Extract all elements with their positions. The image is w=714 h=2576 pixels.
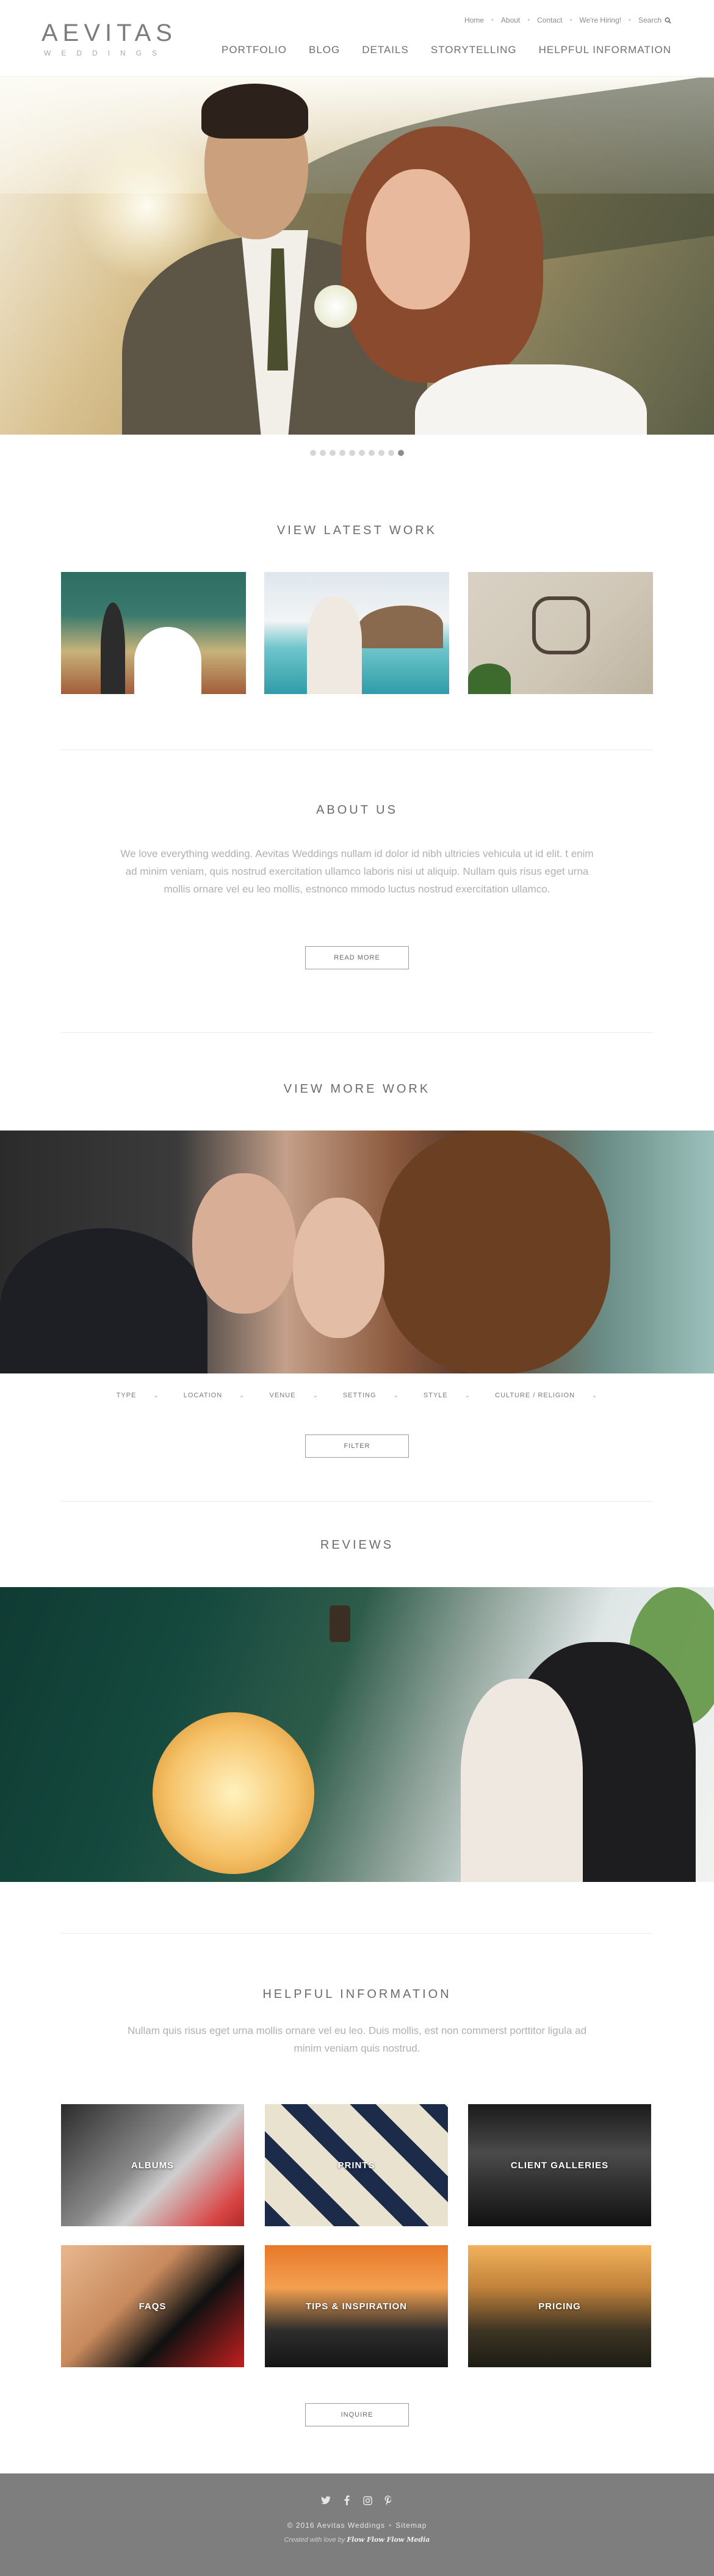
slider-dot[interactable]: [388, 450, 394, 456]
main-nav: PORTFOLIO BLOG DETAILS STORYTELLING HELP…: [222, 44, 671, 56]
nav-item-portfolio[interactable]: PORTFOLIO: [222, 44, 287, 56]
slider-dot[interactable]: [320, 450, 326, 456]
reviews-title: REVIEWS: [320, 1538, 394, 1552]
credit-prefix: Created with love by: [284, 2536, 345, 2544]
twitter-icon[interactable]: [321, 2495, 331, 2505]
chevron-down-icon: ⌄: [239, 1392, 245, 1399]
nav-item-helpful-information[interactable]: HELPFUL INFORMATION: [539, 44, 671, 56]
tile-label: TIPS & INSPIRATION: [305, 2301, 408, 2312]
slider-dot[interactable]: [330, 450, 336, 456]
footer-separator: •: [389, 2521, 392, 2530]
slider-dot[interactable]: [359, 450, 365, 456]
search-label: Search: [638, 16, 662, 24]
about-title: ABOUT US: [316, 803, 398, 817]
reviews-image[interactable]: [0, 1587, 714, 1882]
slider-dot[interactable]: [310, 450, 316, 456]
util-separator: •: [569, 16, 572, 24]
filter-culture-religion[interactable]: CULTURE / RELIGION ⌄: [495, 1392, 597, 1399]
latest-work-thumb[interactable]: [61, 572, 246, 694]
site-logo[interactable]: AEVITAS WEDDINGS: [41, 21, 182, 57]
util-link-home[interactable]: Home: [464, 16, 484, 24]
instagram-icon[interactable]: [362, 2495, 372, 2505]
credit-name[interactable]: Flow Flow Flow Media: [347, 2536, 430, 2544]
more-work-title: VIEW MORE WORK: [283, 1082, 431, 1096]
chevron-down-icon: ⌄: [393, 1392, 399, 1399]
util-link-contact[interactable]: Contact: [537, 16, 562, 24]
util-link-about[interactable]: About: [501, 16, 520, 24]
utility-nav: Home • About • Contact • We're Hiring! •…: [464, 16, 671, 24]
search-icon: [665, 17, 671, 24]
logo-tagline: WEDDINGS: [44, 49, 167, 57]
copyright-text: © 2016 Aevitas Weddings: [287, 2521, 386, 2530]
slider-dot[interactable]: [398, 450, 404, 456]
latest-work-thumb[interactable]: [468, 572, 653, 694]
filter-bar: TYPE ⌄ LOCATION ⌄ VENUE ⌄ SETTING ⌄ STYLE ⌄ C…: [0, 1392, 714, 1399]
social-links: [0, 2495, 714, 2505]
filter-venue[interactable]: VENUE ⌄: [270, 1392, 319, 1399]
copyright-line: © 2016 Aevitas Weddings • Sitemap: [0, 2521, 714, 2530]
tile-label: FAQS: [139, 2301, 167, 2312]
tile-albums[interactable]: ALBUMS: [61, 2104, 244, 2226]
util-separator: •: [491, 16, 494, 24]
latest-work-thumb[interactable]: [264, 572, 449, 694]
facebook-icon[interactable]: [342, 2495, 352, 2505]
site-footer: © 2016 Aevitas Weddings • Sitemap Created …: [0, 2473, 714, 2576]
search-link[interactable]: Search: [638, 16, 671, 24]
nav-item-storytelling[interactable]: STORYTELLING: [431, 44, 517, 56]
read-more-button[interactable]: READ MORE: [305, 946, 409, 969]
logo-wordmark: AEVITAS: [41, 20, 177, 46]
util-separator: •: [629, 16, 631, 24]
hero-slider-image[interactable]: [0, 78, 714, 435]
slider-dot[interactable]: [339, 450, 345, 456]
inquire-button[interactable]: INQUIRE: [305, 2403, 409, 2426]
nav-item-blog[interactable]: BLOG: [309, 44, 340, 56]
chevron-down-icon: ⌄: [153, 1392, 159, 1399]
section-divider: [61, 1501, 653, 1502]
tile-label: ALBUMS: [131, 2160, 175, 2171]
helpful-body: Nullam quis risus eget urna mollis ornar…: [127, 2025, 587, 2054]
slider-dot[interactable]: [369, 450, 375, 456]
tile-label: PRICING: [538, 2301, 581, 2312]
tile-tips-inspiration[interactable]: TIPS & INSPIRATION: [265, 2245, 448, 2367]
tile-label: PRINTS: [337, 2160, 375, 2171]
filter-button[interactable]: FILTER: [305, 1435, 409, 1458]
helpful-title: HELPFUL INFORMATION: [262, 1988, 452, 2001]
credit-line: Created with love by Flow Flow Flow Medi…: [0, 2536, 714, 2544]
tile-faqs[interactable]: FAQS: [61, 2245, 244, 2367]
slider-dots: [0, 450, 714, 456]
nav-item-details[interactable]: DETAILS: [362, 44, 409, 56]
tile-client-galleries[interactable]: CLIENT GALLERIES: [468, 2104, 651, 2226]
chevron-down-icon: ⌄: [464, 1392, 471, 1399]
site-header: AEVITAS WEDDINGS Home • About • Contact …: [0, 0, 714, 77]
filter-location[interactable]: LOCATION ⌄: [184, 1392, 245, 1399]
util-link-hiring[interactable]: We're Hiring!: [579, 16, 621, 24]
filter-type[interactable]: TYPE ⌄: [117, 1392, 159, 1399]
tile-label: CLIENT GALLERIES: [510, 2160, 609, 2171]
pinterest-icon[interactable]: [383, 2495, 393, 2505]
more-work-image[interactable]: [0, 1131, 714, 1373]
section-divider: [61, 1933, 653, 1934]
util-separator: •: [527, 16, 530, 24]
about-body: We love everything wedding. Aevitas Wedd…: [120, 848, 594, 895]
sitemap-link[interactable]: Sitemap: [395, 2521, 427, 2530]
tile-prints[interactable]: PRINTS: [265, 2104, 448, 2226]
filter-style[interactable]: STYLE ⌄: [424, 1392, 471, 1399]
latest-work-title: VIEW LATEST WORK: [276, 524, 438, 537]
chevron-down-icon: ⌄: [312, 1392, 319, 1399]
section-divider: [61, 1032, 653, 1033]
tile-pricing[interactable]: PRICING: [468, 2245, 651, 2367]
filter-setting[interactable]: SETTING ⌄: [343, 1392, 399, 1399]
slider-dot[interactable]: [349, 450, 355, 456]
chevron-down-icon: ⌄: [592, 1392, 598, 1399]
slider-dot[interactable]: [378, 450, 384, 456]
